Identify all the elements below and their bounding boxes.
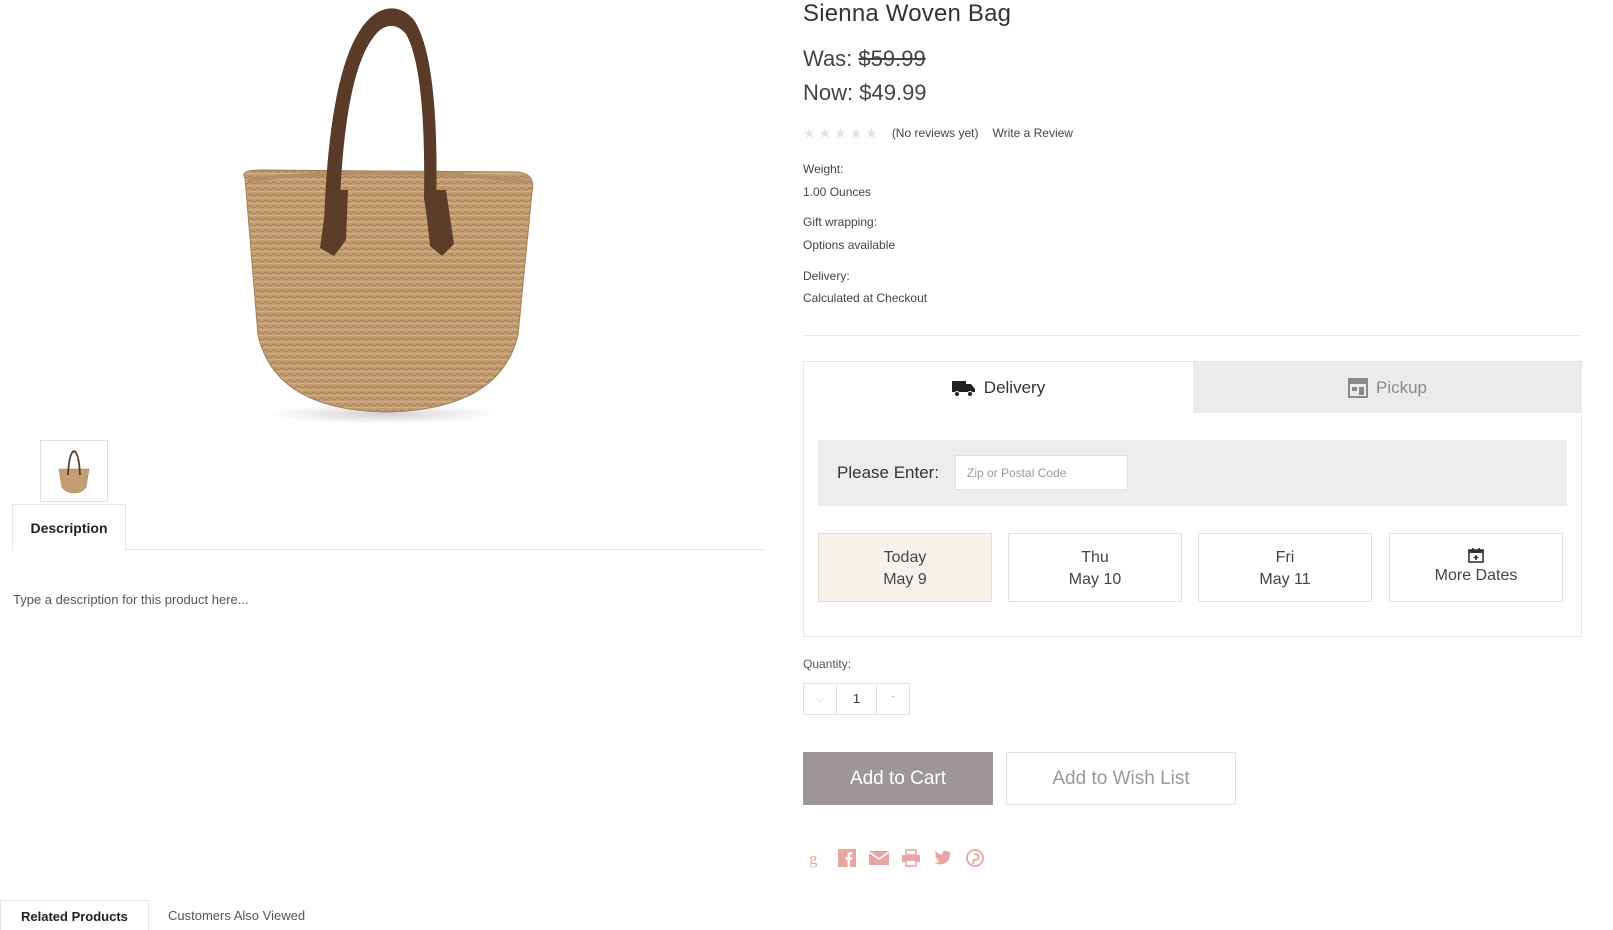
store-icon xyxy=(1347,377,1368,398)
description-tabs: Description xyxy=(12,504,764,551)
date-date: May 11 xyxy=(1259,571,1311,588)
was-label: Was: xyxy=(803,46,853,71)
calendar-icon xyxy=(1468,548,1484,563)
product-description: Type a description for this product here… xyxy=(13,592,249,607)
share-icons: g xyxy=(805,848,985,868)
date-option-fri[interactable]: Fri May 11 xyxy=(1198,533,1372,602)
spec-gift-wrapping-value: Options available xyxy=(803,238,896,252)
spec-weight-value: 1.00 Ounces xyxy=(803,185,872,199)
write-review-link[interactable]: Write a Review xyxy=(993,126,1073,140)
old-price: $59.99 xyxy=(858,46,926,71)
more-dates-button[interactable]: More Dates xyxy=(1389,533,1563,602)
divider xyxy=(803,335,1581,336)
more-dates-label: More Dates xyxy=(1434,567,1518,584)
quantity-value[interactable]: 1 xyxy=(835,684,878,714)
product-main-image[interactable] xyxy=(200,0,580,430)
price-was: Was: $59.99 xyxy=(803,46,926,72)
zip-label: Please Enter: xyxy=(837,463,940,482)
spec-weight-label: Weight: xyxy=(803,162,844,176)
decrement-button[interactable]: ⌵ xyxy=(804,684,836,714)
truck-icon xyxy=(951,380,975,397)
google-plus-icon[interactable]: g xyxy=(805,848,825,868)
twitter-icon[interactable] xyxy=(933,848,953,868)
spec-delivery-label: Delivery: xyxy=(803,269,850,283)
email-icon[interactable] xyxy=(869,848,889,868)
star-icon: ★ xyxy=(834,125,847,141)
zip-input[interactable] xyxy=(955,455,1128,490)
bottom-tabs: Related Products Customers Also Viewed xyxy=(0,900,760,930)
chevron-up-icon: ⌃ xyxy=(889,693,897,704)
tab-pickup[interactable]: Pickup xyxy=(1193,362,1582,413)
product-thumbnail[interactable] xyxy=(40,440,108,502)
tab-pickup-label: Pickup xyxy=(1375,377,1428,397)
date-day: Thu xyxy=(1081,549,1109,566)
date-date: May 9 xyxy=(883,571,927,588)
tab-customers-also-viewed[interactable]: Customers Also Viewed xyxy=(148,900,325,930)
rating-row: ★ ★ ★ ★ ★ (No reviews yet) Write a Revie… xyxy=(803,125,1073,141)
tab-delivery-label: Delivery xyxy=(983,377,1046,397)
tab-related-products[interactable]: Related Products xyxy=(0,900,149,930)
add-to-cart-button[interactable]: Add to Cart xyxy=(803,752,993,805)
star-icon: ★ xyxy=(818,125,832,141)
chevron-down-icon: ⌵ xyxy=(816,693,824,704)
add-to-wishlist-button[interactable]: Add to Wish List xyxy=(1006,752,1236,805)
star-icon: ★ xyxy=(849,125,863,141)
date-option-thu[interactable]: Thu May 10 xyxy=(1008,533,1182,602)
date-day: Today xyxy=(883,549,927,566)
star-icon: ★ xyxy=(803,125,816,141)
date-date: May 10 xyxy=(1068,571,1122,588)
zip-entry-box: Please Enter: xyxy=(818,440,1567,506)
price-now: Now: $49.99 xyxy=(803,80,927,106)
date-option-today[interactable]: Today May 9 xyxy=(818,533,992,602)
svg-text:g: g xyxy=(809,849,818,868)
current-price: $49.99 xyxy=(859,80,927,105)
tab-delivery[interactable]: Delivery xyxy=(804,362,1193,413)
quantity-label: Quantity: xyxy=(803,657,852,671)
spec-gift-wrapping-label: Gift wrapping: xyxy=(803,215,878,229)
review-count: (No reviews yet) xyxy=(891,126,979,140)
print-icon[interactable] xyxy=(901,848,921,868)
quantity-stepper: ⌵ 1 ⌃ xyxy=(803,683,910,715)
increment-button[interactable]: ⌃ xyxy=(877,684,909,714)
star-icon: ★ xyxy=(865,125,878,141)
now-label: Now: xyxy=(803,80,854,105)
fulfillment-panel: Delivery Pickup Please Enter: Today May … xyxy=(803,361,1582,637)
facebook-icon[interactable] xyxy=(837,848,857,868)
product-title: Sienna Woven Bag xyxy=(803,0,1012,27)
pinterest-icon[interactable] xyxy=(965,848,985,868)
spec-delivery-value: Calculated at Checkout xyxy=(803,291,928,305)
rating-stars: ★ ★ ★ ★ ★ xyxy=(803,126,878,140)
tab-description[interactable]: Description xyxy=(12,504,126,551)
date-day: Fri xyxy=(1275,549,1295,566)
